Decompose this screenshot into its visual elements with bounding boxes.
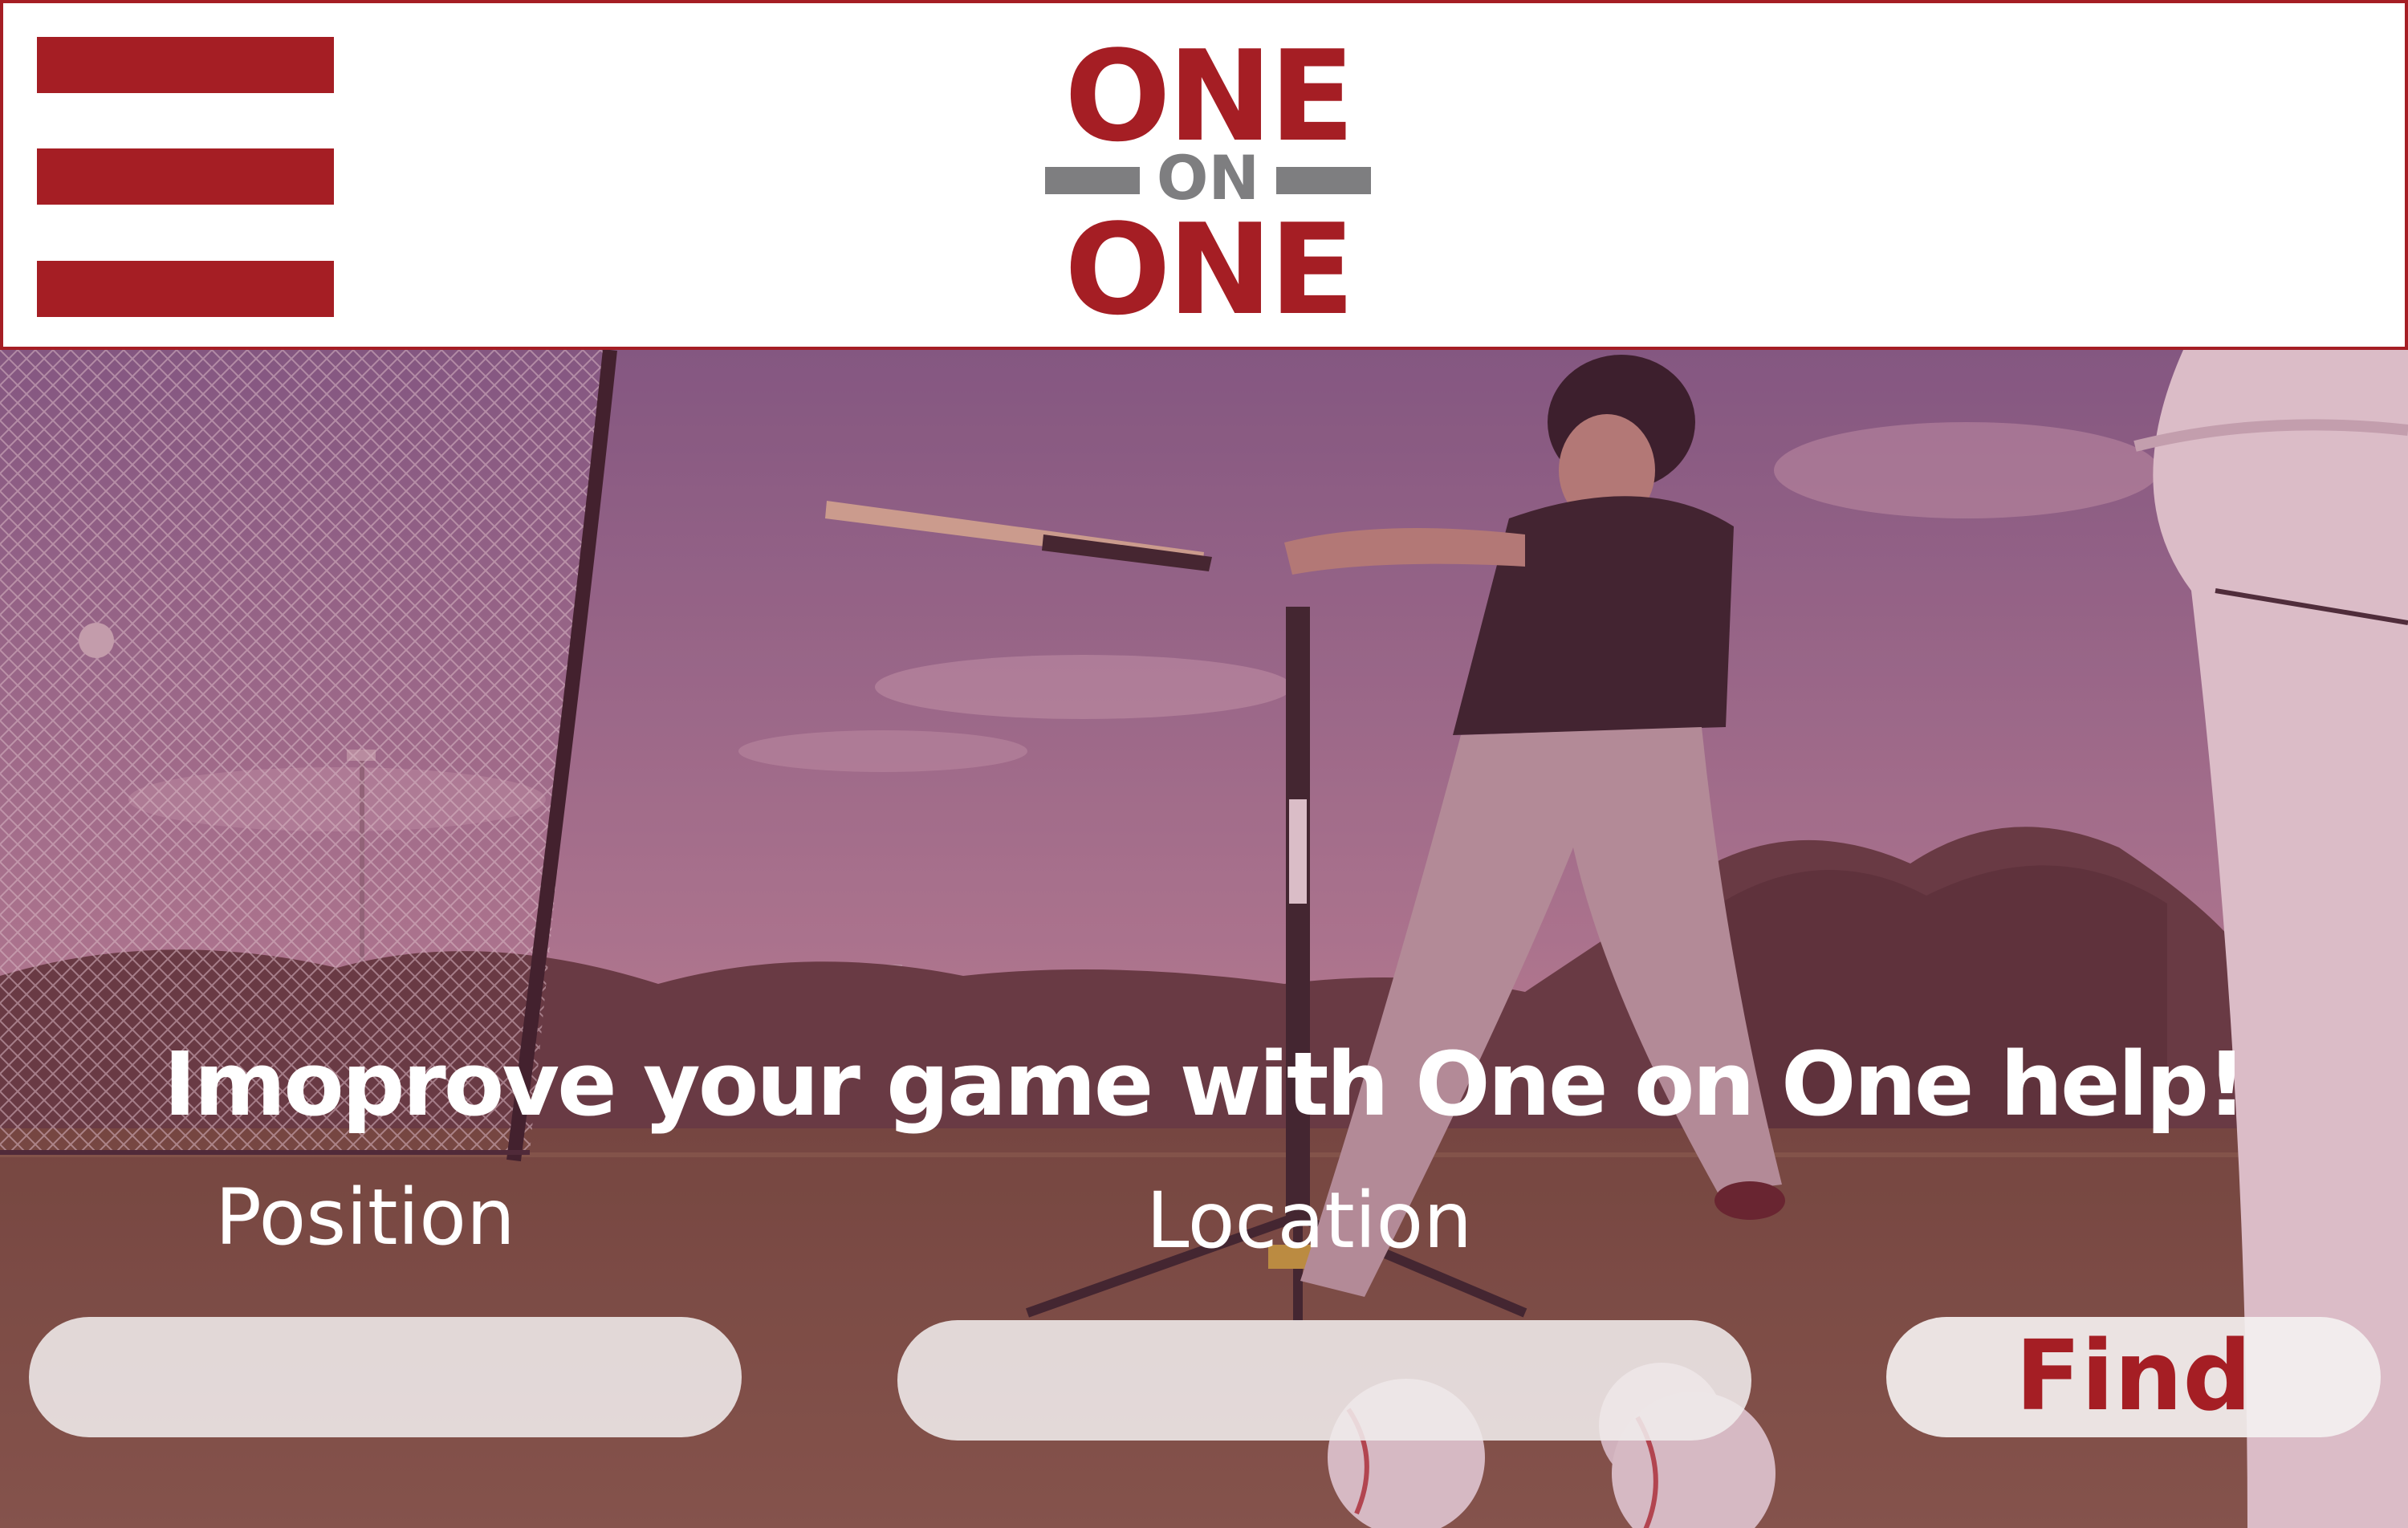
logo-word-bottom: ONE [1064,197,1355,343]
logo-divider-right [1276,167,1371,194]
logo-word-top: ONE [1064,23,1355,169]
location-label: Location [1146,1176,1473,1266]
hamburger-menu-icon[interactable] [37,35,334,319]
position-input[interactable] [29,1317,742,1437]
menu-bar-middle [37,148,334,205]
app-screen: ONE ON ONE Imoprove your game with One o… [0,0,2408,1528]
top-header: ONE ON ONE [0,0,2408,350]
position-label: Position [215,1172,515,1262]
logo-divider-left [1045,167,1140,194]
one-on-one-logo: ONE ON ONE [1045,23,1371,332]
location-input[interactable] [897,1320,1751,1441]
hero-headline: Imoprove your game with One on One help! [163,1033,2247,1136]
menu-bar-top [37,37,334,93]
menu-bar-bottom [37,261,334,317]
find-button[interactable]: Find [1886,1317,2381,1437]
